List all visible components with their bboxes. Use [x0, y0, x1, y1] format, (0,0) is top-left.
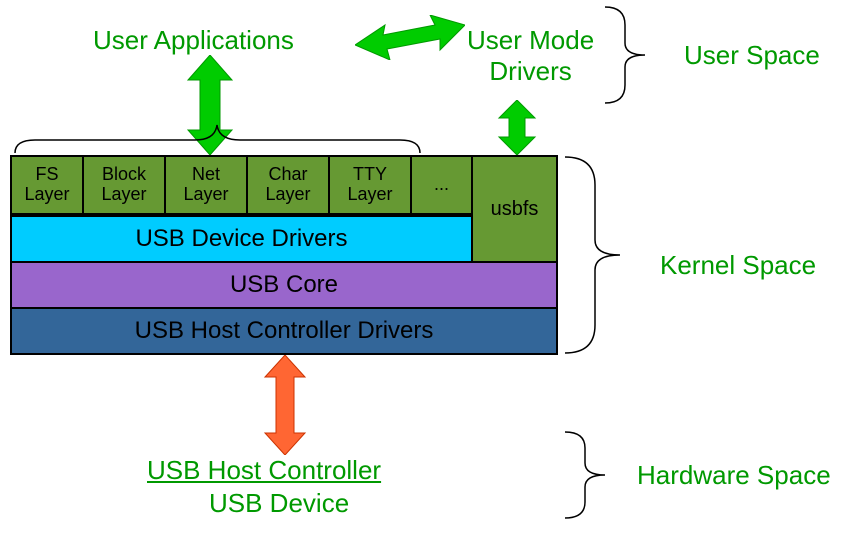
- usb-device-label: USB Device: [209, 488, 349, 519]
- ellipsis-layer: ...: [412, 157, 471, 215]
- sublayers-row: FSLayer BlockLayer NetLayer CharLayer TT…: [12, 157, 471, 215]
- usb-hcd-layer: USB Host Controller Drivers: [12, 307, 556, 353]
- brace-user-space-icon: [600, 5, 660, 105]
- char-l1: Char: [268, 164, 307, 184]
- block-l2: Layer: [101, 184, 146, 204]
- fs-l1: FS: [35, 164, 58, 184]
- char-layer: CharLayer: [248, 157, 330, 215]
- hardware-space-label: Hardware Space: [637, 460, 831, 491]
- brace-hardware-space-icon: [560, 430, 620, 520]
- tty-layer: TTYLayer: [330, 157, 412, 215]
- arrow-usermode-down-icon: [495, 100, 539, 155]
- usb-device-drivers-layer: USB Device Drivers: [12, 215, 471, 261]
- net-l1: Net: [192, 164, 220, 184]
- user-applications-label: User Applications: [93, 25, 294, 56]
- arrow-diagonal-icon: [355, 15, 465, 60]
- fs-l2: Layer: [24, 184, 69, 204]
- tty-l1: TTY: [353, 164, 387, 184]
- user-space-label: User Space: [684, 40, 820, 71]
- user-mode-drivers-line1: User Mode: [467, 25, 594, 55]
- tty-l2: Layer: [347, 184, 392, 204]
- kernel-space-label: Kernel Space: [660, 250, 816, 281]
- fs-layer: FSLayer: [12, 157, 84, 215]
- block-layer: BlockLayer: [84, 157, 166, 215]
- kernel-stack-box: FSLayer BlockLayer NetLayer CharLayer TT…: [10, 155, 558, 355]
- net-l2: Layer: [183, 184, 228, 204]
- brace-top-icon: [10, 120, 425, 155]
- brace-kernel-space-icon: [560, 155, 640, 355]
- usb-host-controller-label: USB Host Controller: [147, 455, 381, 486]
- user-mode-drivers-line2: Drivers: [489, 56, 571, 86]
- block-l1: Block: [102, 164, 146, 184]
- usb-core-layer: USB Core: [12, 261, 556, 307]
- usbfs-layer: usbfs: [471, 157, 556, 261]
- kernel-top-row: FSLayer BlockLayer NetLayer CharLayer TT…: [12, 157, 556, 261]
- char-l2: Layer: [265, 184, 310, 204]
- drivers-left-column: FSLayer BlockLayer NetLayer CharLayer TT…: [12, 157, 471, 261]
- user-mode-drivers-label: User Mode Drivers: [467, 25, 594, 87]
- net-layer: NetLayer: [166, 157, 248, 215]
- arrow-hardware-icon: [260, 355, 310, 455]
